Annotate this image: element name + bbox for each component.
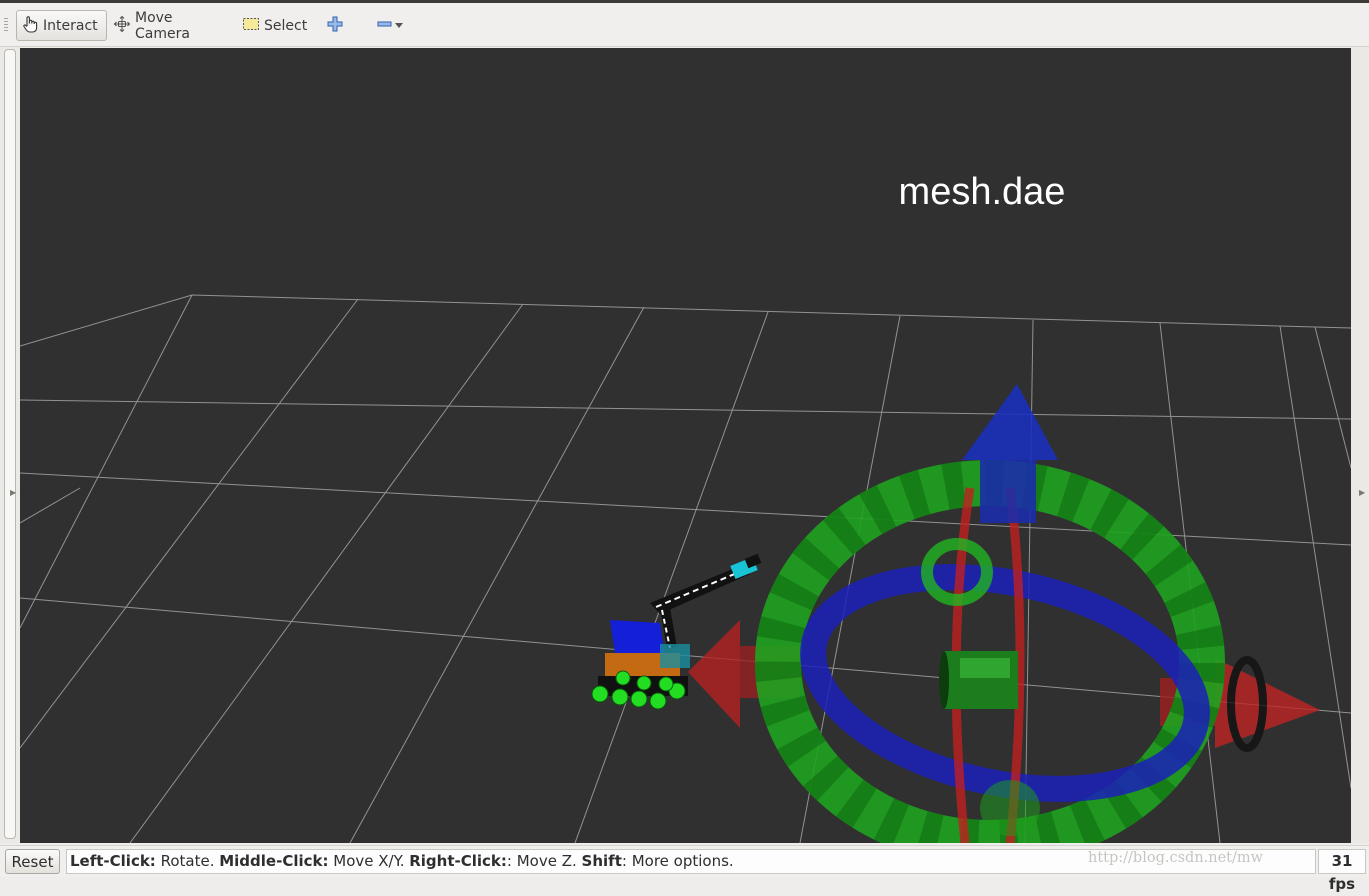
status-bar: Reset Left-Click: Rotate. Middle-Click: … <box>0 845 1369 893</box>
left-dock-frame[interactable] <box>4 49 16 839</box>
fps-counter: 31 fps <box>1318 849 1366 893</box>
center-cylinder-handle[interactable] <box>939 651 1018 709</box>
toolbar: Interact Move Camera Select <box>0 3 1369 47</box>
left-dock-panel: ▶ <box>0 47 20 843</box>
hint-key-left-click: Left-Click: <box>70 852 156 870</box>
collapse-left-arrow-icon[interactable]: ▶ <box>10 488 16 497</box>
interact-tool-button[interactable]: Interact <box>16 10 107 41</box>
interact-label: Interact <box>43 17 98 34</box>
select-label: Select <box>264 17 308 34</box>
remove-tool-icon <box>376 15 394 37</box>
move-camera-icon <box>113 15 131 37</box>
move-camera-label: Move Camera <box>135 9 190 42</box>
right-dock-panel: ▶ <box>1351 47 1369 843</box>
hint-key-middle-click: Middle-Click: <box>219 852 329 870</box>
collapse-right-arrow-icon[interactable]: ▶ <box>1359 488 1365 497</box>
add-tool-button[interactable] <box>322 10 350 41</box>
toolbar-drag-handle[interactable] <box>4 18 8 32</box>
hint-desc-right-click: : Move Z. <box>506 852 582 870</box>
hint-desc-middle-click: Move X/Y. <box>328 852 410 870</box>
add-tool-icon <box>326 15 344 37</box>
select-box-icon <box>242 15 260 37</box>
reset-button[interactable]: Reset <box>5 849 60 874</box>
select-tool-button[interactable]: Select <box>238 10 313 41</box>
watermark-text: http://blog.csdn.net/mw <box>1088 850 1264 866</box>
hint-desc-shift: : More options. <box>621 852 734 870</box>
move-camera-tool-button[interactable]: Move Camera <box>109 9 229 42</box>
dropdown-arrow-icon <box>394 18 404 34</box>
hint-key-shift: Shift <box>581 852 622 870</box>
hand-pointer-icon <box>21 15 39 37</box>
remove-tool-button[interactable] <box>372 10 414 41</box>
3d-render-viewport[interactable]: mesh.dae <box>20 48 1351 843</box>
marker-text-label: mesh.dae <box>899 171 1066 213</box>
hint-desc-left-click: Rotate. <box>155 852 220 870</box>
hint-key-right-click: Right-Click: <box>409 852 507 870</box>
viewport-background <box>20 48 1351 843</box>
